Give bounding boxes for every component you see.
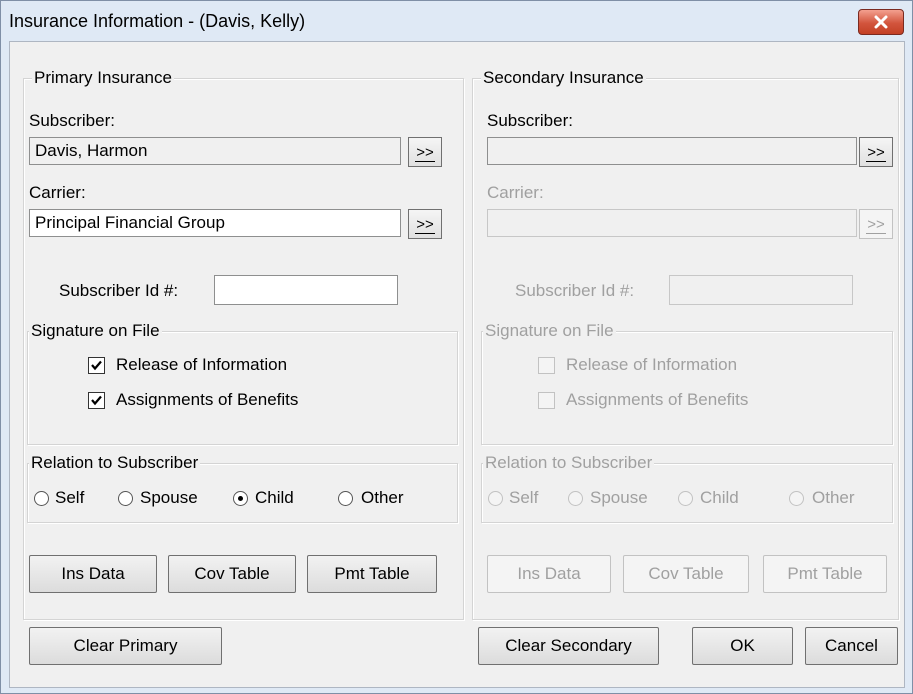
cancel-button[interactable]: Cancel bbox=[805, 627, 898, 665]
dialog-body: Primary Insurance Subscriber: Davis, Har… bbox=[9, 41, 905, 688]
secondary-subscriber-browse-button[interactable]: >> bbox=[859, 137, 893, 167]
primary-subscriber-id-input[interactable] bbox=[214, 275, 398, 305]
secondary-subscriber-id-label: Subscriber Id #: bbox=[515, 281, 635, 300]
title-bar: Insurance Information - (Davis, Kelly) bbox=[1, 1, 912, 41]
secondary-pmt-table-button: Pmt Table bbox=[763, 555, 887, 593]
primary-relation-group: Relation to Subscriber Self Spouse Child… bbox=[27, 453, 458, 523]
primary-carrier-browse-label: >> bbox=[415, 216, 435, 234]
radio-selected-dot bbox=[238, 496, 243, 501]
secondary-subscriber-id-input bbox=[669, 275, 853, 305]
primary-signature-title: Signature on File bbox=[29, 321, 162, 341]
primary-insurance-group: Primary Insurance Subscriber: Davis, Har… bbox=[23, 68, 464, 620]
clear-secondary-button[interactable]: Clear Secondary bbox=[478, 627, 659, 665]
close-icon bbox=[874, 15, 888, 29]
secondary-relation-spouse-label: Spouse bbox=[590, 488, 648, 507]
dialog-window: Insurance Information - (Davis, Kelly) P… bbox=[0, 0, 913, 694]
primary-carrier-field[interactable]: Principal Financial Group bbox=[29, 209, 401, 237]
secondary-relation-self-radio bbox=[488, 491, 503, 506]
primary-subscriber-browse-label: >> bbox=[415, 144, 435, 162]
primary-signature-group: Signature on File Release of Information… bbox=[27, 321, 458, 445]
window-title: Insurance Information - (Davis, Kelly) bbox=[9, 11, 306, 31]
secondary-assign-label: Assignments of Benefits bbox=[566, 390, 749, 409]
secondary-relation-other-label: Other bbox=[812, 488, 855, 507]
secondary-subscriber-label: Subscriber: bbox=[487, 111, 573, 130]
primary-carrier-browse-button[interactable]: >> bbox=[408, 209, 442, 239]
secondary-group-title: Secondary Insurance bbox=[481, 68, 646, 88]
ok-button[interactable]: OK bbox=[692, 627, 793, 665]
secondary-relation-group: Relation to Subscriber Self Spouse Child… bbox=[481, 453, 893, 523]
primary-subscriber-label: Subscriber: bbox=[29, 111, 115, 130]
primary-release-checkbox[interactable] bbox=[88, 357, 105, 374]
primary-release-label: Release of Information bbox=[116, 355, 288, 374]
secondary-release-checkbox bbox=[538, 357, 555, 374]
primary-relation-spouse-label: Spouse bbox=[140, 488, 198, 507]
secondary-relation-child-label: Child bbox=[700, 488, 739, 507]
secondary-assign-checkbox bbox=[538, 392, 555, 409]
secondary-relation-self-label: Self bbox=[509, 488, 539, 507]
primary-group-title: Primary Insurance bbox=[32, 68, 174, 88]
secondary-cov-table-button: Cov Table bbox=[623, 555, 749, 593]
secondary-relation-title: Relation to Subscriber bbox=[483, 453, 655, 473]
primary-relation-other-radio[interactable] bbox=[338, 491, 353, 506]
secondary-signature-title: Signature on File bbox=[483, 321, 616, 341]
secondary-release-label: Release of Information bbox=[566, 355, 738, 374]
secondary-insurance-group: Secondary Insurance Subscriber: >> Carri… bbox=[472, 68, 899, 620]
checkmark-icon bbox=[91, 395, 102, 406]
primary-relation-self-label: Self bbox=[55, 488, 85, 507]
secondary-relation-child-radio bbox=[678, 491, 693, 506]
secondary-relation-spouse-radio bbox=[568, 491, 583, 506]
primary-relation-self-radio[interactable] bbox=[34, 491, 49, 506]
primary-relation-other-label: Other bbox=[361, 488, 404, 507]
primary-cov-table-button[interactable]: Cov Table bbox=[168, 555, 296, 593]
primary-ins-data-button[interactable]: Ins Data bbox=[29, 555, 157, 593]
clear-primary-button[interactable]: Clear Primary bbox=[29, 627, 222, 665]
primary-assign-checkbox[interactable] bbox=[88, 392, 105, 409]
secondary-subscriber-browse-label: >> bbox=[866, 144, 886, 162]
primary-subscriber-id-label: Subscriber Id #: bbox=[59, 281, 179, 300]
close-button[interactable] bbox=[858, 9, 904, 35]
secondary-signature-group: Signature on File Release of Information… bbox=[481, 321, 893, 445]
secondary-carrier-field bbox=[487, 209, 857, 237]
secondary-subscriber-field bbox=[487, 137, 857, 165]
primary-relation-child-radio[interactable] bbox=[233, 491, 248, 506]
secondary-ins-data-button: Ins Data bbox=[487, 555, 611, 593]
secondary-carrier-label: Carrier: bbox=[487, 183, 544, 202]
checkmark-icon bbox=[91, 360, 102, 371]
secondary-carrier-browse-button: >> bbox=[859, 209, 893, 239]
primary-subscriber-field: Davis, Harmon bbox=[29, 137, 401, 165]
secondary-carrier-browse-label: >> bbox=[866, 216, 886, 234]
primary-subscriber-browse-button[interactable]: >> bbox=[408, 137, 442, 167]
primary-relation-title: Relation to Subscriber bbox=[29, 453, 201, 473]
primary-relation-spouse-radio[interactable] bbox=[118, 491, 133, 506]
secondary-relation-other-radio bbox=[789, 491, 804, 506]
primary-pmt-table-button[interactable]: Pmt Table bbox=[307, 555, 437, 593]
primary-assign-label: Assignments of Benefits bbox=[116, 390, 299, 409]
primary-carrier-label: Carrier: bbox=[29, 183, 86, 202]
primary-relation-child-label: Child bbox=[255, 488, 294, 507]
